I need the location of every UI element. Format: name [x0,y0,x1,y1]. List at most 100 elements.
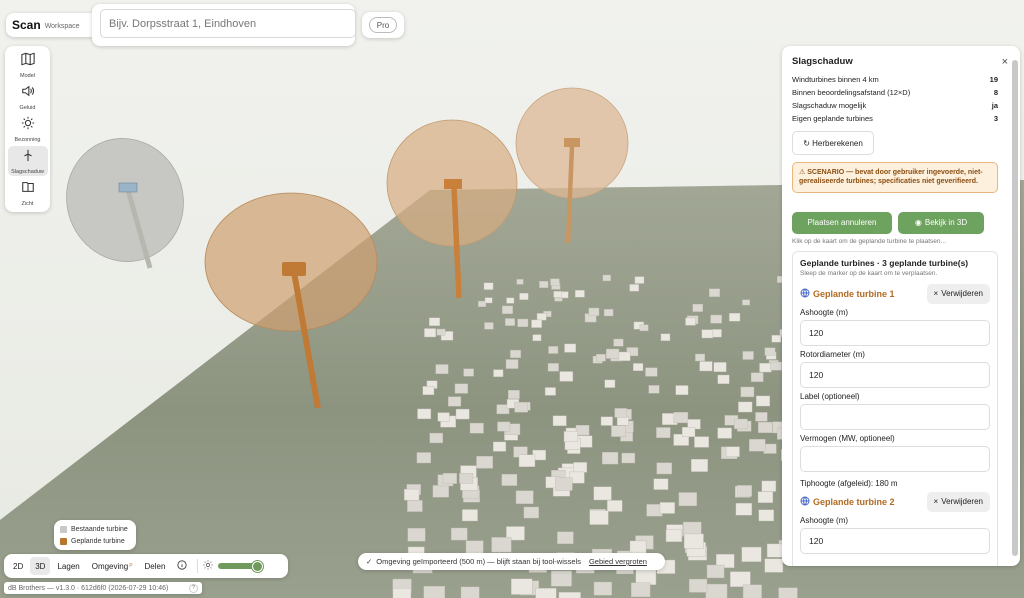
delete-turbine-1-button[interactable]: × Verwijderen [926,283,990,304]
turbine-2-name[interactable]: Geplande turbine 2 [800,496,895,508]
turbine-1-name[interactable]: Geplande turbine 1 [800,288,895,300]
time-of-day-sun-icon [203,557,214,575]
building [593,486,612,501]
building [629,284,639,292]
nav-item-slagschaduw[interactable]: Slagschaduw [7,146,48,176]
building [429,432,443,444]
rotor-diameter-input[interactable] [800,361,990,388]
building [695,353,706,362]
building [519,293,529,300]
building [407,528,426,542]
building [523,506,539,519]
building [448,396,462,407]
building [548,346,559,354]
building [510,349,521,359]
building [603,309,614,317]
hub-height-input[interactable] [800,527,990,554]
panel-scroll-thumb[interactable] [1012,60,1018,556]
environment-button[interactable]: Omgeving P [87,557,138,575]
legend-swatch-planned [60,537,67,545]
time-slider[interactable] [218,561,264,572]
building [631,582,651,598]
close-panel-button[interactable]: × [1002,56,1008,68]
check-icon: ✓ [366,557,373,566]
info-button[interactable] [172,557,192,575]
building [535,588,557,598]
building [675,385,689,396]
cancel-placing-button[interactable]: Plaatsen annuleren [792,211,892,234]
building [484,322,494,330]
nav-label-zicht: Zicht [21,200,34,207]
building [634,276,645,284]
power-input[interactable] [800,445,990,472]
layers-button[interactable]: Lagen [52,557,84,575]
building [559,371,574,382]
building [706,564,725,579]
nav-item-bezonning[interactable]: Bezonning [8,114,48,144]
placement-hint: Klik op de kaart om de geplande turbine … [792,237,946,245]
building [606,348,620,359]
building [531,319,542,328]
building [423,586,445,598]
help-icon[interactable]: ? [189,583,198,593]
brand-logo[interactable]: Scan Workspace [6,13,98,37]
building [778,587,798,598]
enlarge-area-link[interactable]: Gebied vergroten [589,557,647,566]
building [660,333,671,341]
panel-scrollbar[interactable] [1012,52,1018,560]
stat-row: Windturbines binnen 4 km 19 [792,73,998,86]
building [683,521,702,536]
pro-badge[interactable]: Pro [369,17,397,33]
building [505,318,515,326]
building [689,578,708,593]
building [436,328,446,336]
building [483,282,494,290]
building [764,558,784,573]
building [691,459,708,472]
time-slider-handle[interactable] [252,561,264,572]
search-panel [92,4,356,46]
building [607,500,623,512]
building [547,363,559,372]
building [515,490,534,504]
turbine-label-input[interactable] [800,403,990,430]
building [589,510,609,525]
building [491,537,512,553]
view-in-3d-button[interactable]: ◉ Bekijk in 3D [898,211,984,234]
nav-label-bezonning: Bezonning [14,136,41,143]
building [404,488,420,501]
delete-turbine-2-label: Verwijderen [941,497,983,507]
speaker-icon [21,84,35,103]
building [532,334,542,342]
view-3d-button[interactable]: 3D [30,557,51,575]
rotor-diameter-label: Rotordiameter (m) [800,349,865,359]
recalculate-button[interactable]: ↻ Herberekenen [792,131,874,155]
building [602,274,611,282]
legend-swatch-existing [60,525,67,533]
hub-height-input[interactable] [800,319,990,346]
building [588,307,600,316]
nav-item-geluid[interactable]: Geluid [8,82,48,112]
building [742,299,750,306]
building [717,427,732,439]
building [508,390,520,399]
building [611,425,627,437]
address-search-input[interactable] [100,9,356,38]
building [725,446,740,458]
toolbar-divider [197,559,199,573]
building [460,586,480,598]
building [656,462,672,475]
building [701,329,714,339]
building [629,540,647,554]
building [618,351,631,361]
planned-turbines-title: Geplande turbines · 3 geplande turbine(s… [800,257,969,268]
building [659,502,676,514]
delete-turbine-2-button[interactable]: × Verwijderen [926,491,990,512]
building [685,317,696,326]
view-2d-button[interactable]: 2D [8,557,28,575]
nav-item-zicht[interactable]: Zicht [8,178,48,208]
building [613,338,624,347]
share-button[interactable]: Delen [140,557,171,575]
building [709,288,720,297]
nav-item-model[interactable]: Model [8,50,48,80]
